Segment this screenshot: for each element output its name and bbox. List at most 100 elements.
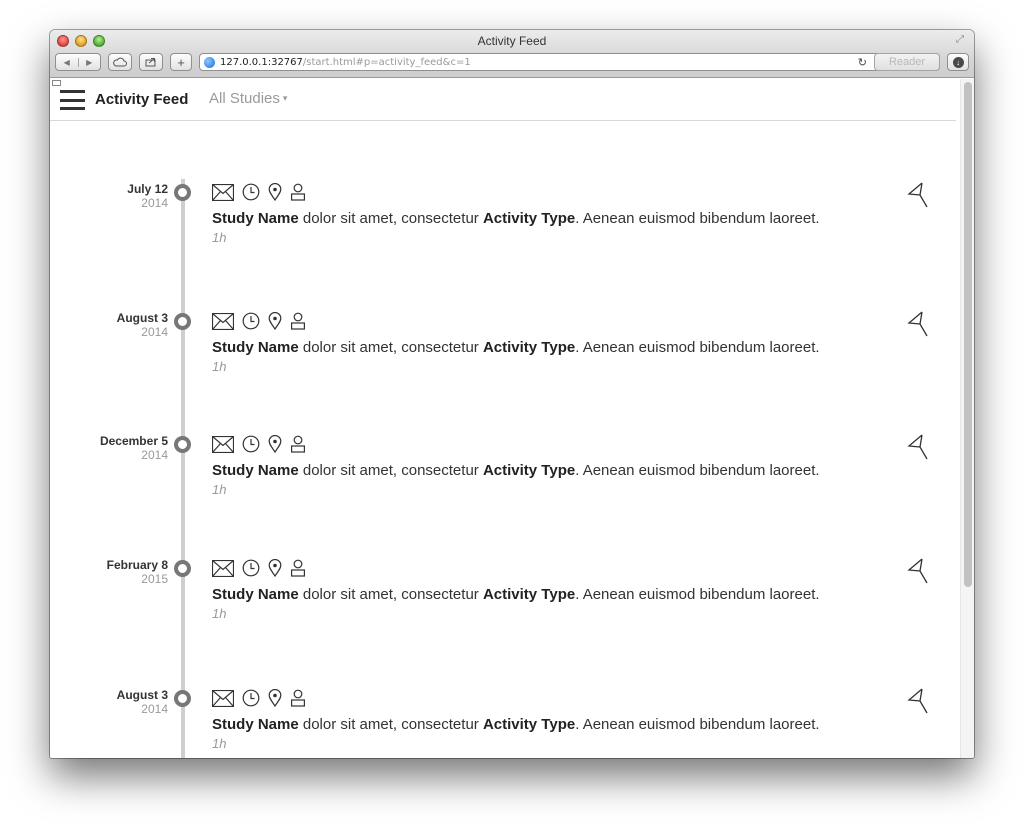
date-day: December 5 [99,434,168,448]
item-summary: Study Name dolor sit amet, consectetur A… [212,210,820,227]
summary-text-end: . Aenean euismod bibendum laoreet. [575,339,820,356]
envelope-icon[interactable] [212,689,234,707]
date-day: August 3 [116,311,168,325]
flag-icon[interactable] [907,311,929,337]
feed-item: August 3 2014 Study Name dolor sit amet,… [50,311,956,391]
map-pin-icon[interactable] [268,689,282,707]
person-icon[interactable] [290,435,306,453]
item-date: August 3 2014 [117,688,168,716]
item-date: December 5 2014 [100,434,168,462]
item-action-icons [212,558,306,578]
flag-icon[interactable] [907,182,929,208]
person-icon[interactable] [290,183,306,201]
study-name-link[interactable]: Study Name [212,462,299,479]
timeline-node [174,436,191,453]
study-filter-dropdown[interactable]: All Studies ▾ [209,90,287,107]
feed-item: July 12 2014 Study Name dolor sit amet, … [50,182,956,262]
activity-type-link[interactable]: Activity Type [483,462,575,479]
date-day: February 8 [106,558,168,572]
elapsed-time: 1h [212,606,227,621]
map-pin-icon[interactable] [268,183,282,201]
envelope-icon[interactable] [212,312,234,330]
envelope-icon[interactable] [212,435,234,453]
map-pin-icon[interactable] [268,312,282,330]
timeline-node [174,560,191,577]
clock-icon[interactable] [242,183,260,201]
downloads-button[interactable]: ↓ [947,53,969,71]
date-year: 2014 [141,702,168,716]
share-icon [145,58,156,67]
globe-icon [204,56,215,68]
address-bar[interactable]: 127.0.0.1:32767 /start.html#p=activity_f… [199,53,940,71]
back-button[interactable]: ◀ [56,58,78,67]
scrollbar[interactable] [960,79,974,758]
summary-text-end: . Aenean euismod bibendum laoreet. [575,210,820,227]
activity-type-link[interactable]: Activity Type [483,339,575,356]
elapsed-time: 1h [212,736,227,751]
person-icon[interactable] [290,312,306,330]
item-action-icons [212,311,306,331]
summary-text: dolor sit amet, consectetur [298,586,483,603]
activity-type-link[interactable]: Activity Type [483,716,575,733]
clock-icon[interactable] [242,435,260,453]
summary-text: dolor sit amet, consectetur [298,462,483,479]
fullscreen-icon[interactable]: ⤢ [956,34,966,45]
browser-toolbar: ◀ ▶ + 127.0.0.1:32767 /start.html#p=acti… [55,52,969,72]
study-filter-label: All Studies [209,90,280,107]
menu-icon[interactable] [60,90,85,110]
envelope-icon[interactable] [212,559,234,577]
activity-type-link[interactable]: Activity Type [483,210,575,227]
url-host: 127.0.0.1:32767 [220,56,303,68]
new-tab-button[interactable]: + [170,53,192,71]
item-date: August 3 2014 [117,311,168,339]
clock-icon[interactable] [242,312,260,330]
date-day: August 3 [116,688,168,702]
study-name-link[interactable]: Study Name [212,339,299,356]
feed-item: August 3 2014 Study Name dolor sit amet,… [50,688,956,758]
app-header: Activity Feed All Studies ▾ [50,79,956,121]
clock-icon[interactable] [242,689,260,707]
cloud-icon [113,57,127,67]
envelope-icon[interactable] [212,183,234,201]
url-path: /start.html#p=activity_feed&c=1 [302,56,471,68]
reload-icon[interactable]: ↻ [858,56,867,69]
study-name-link[interactable]: Study Name [212,716,299,733]
share-button[interactable] [139,53,163,71]
summary-text-end: . Aenean euismod bibendum laoreet. [575,716,820,733]
activity-type-link[interactable]: Activity Type [483,586,575,603]
summary-text-end: . Aenean euismod bibendum laoreet. [575,462,820,479]
study-name-link[interactable]: Study Name [212,586,299,603]
clock-icon[interactable] [242,559,260,577]
person-icon[interactable] [290,559,306,577]
reader-button[interactable]: Reader [874,53,940,71]
item-action-icons [212,182,306,202]
page-content: Activity Feed All Studies ▾ July 12 2014 … [50,79,960,758]
scrollbar-thumb[interactable] [964,82,972,587]
chevron-down-icon: ▾ [282,93,288,103]
item-action-icons [212,688,306,708]
icloud-tabs-button[interactable] [108,53,132,71]
browser-titlebar: Activity Feed ⤢ ◀ ▶ + 127.0.0.1:32767 /s… [50,30,974,78]
item-summary: Study Name dolor sit amet, consectetur A… [212,586,820,603]
date-year: 2014 [141,448,168,462]
flag-icon[interactable] [907,688,929,714]
map-pin-icon[interactable] [268,435,282,453]
item-action-icons [212,434,306,454]
map-pin-icon[interactable] [268,559,282,577]
item-summary: Study Name dolor sit amet, consectetur A… [212,462,820,479]
flag-icon[interactable] [907,558,929,584]
browser-window: Activity Feed ⤢ ◀ ▶ + 127.0.0.1:32767 /s… [50,30,974,758]
flag-icon[interactable] [907,434,929,460]
timeline-node [174,313,191,330]
download-icon: ↓ [952,56,964,68]
person-icon[interactable] [290,689,306,707]
timeline-node [174,184,191,201]
feed-item: February 8 2015 Study Name dolor sit ame… [50,558,956,638]
item-summary: Study Name dolor sit amet, consectetur A… [212,339,820,356]
feed-item: December 5 2014 Study Name dolor sit ame… [50,434,956,514]
date-day: July 12 [127,182,168,196]
forward-button[interactable]: ▶ [77,57,101,67]
summary-text: dolor sit amet, consectetur [298,339,483,356]
elapsed-time: 1h [212,482,227,497]
study-name-link[interactable]: Study Name [212,210,299,227]
